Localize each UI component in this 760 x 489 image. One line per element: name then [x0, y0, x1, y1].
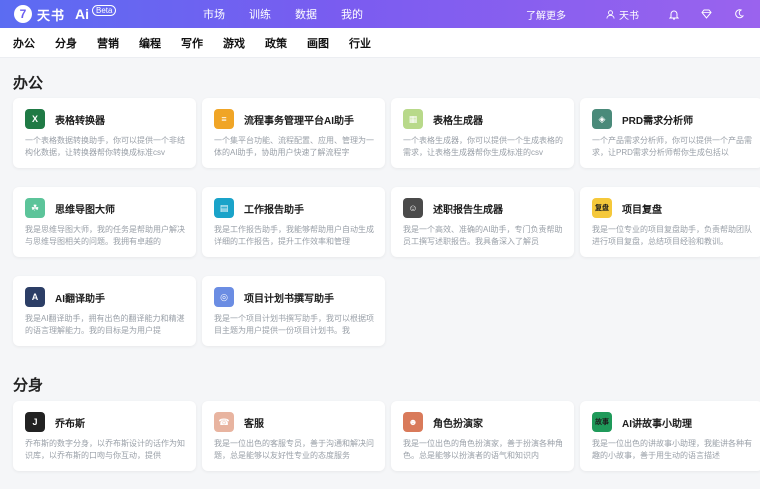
assistant-card[interactable]: ☺ 述职报告生成器我是一个高效、准确的AI助手，专门负责帮助员工撰写述职报告。我具…: [391, 187, 574, 257]
assistant-card-description: 一个表格数据转换助手，你可以提供一个非结构化数据，让转换器帮你转换成标准csv: [25, 136, 185, 157]
user-icon: [606, 9, 615, 19]
assistant-card-description: 我是工作报告助手，我能够帮助用户自动生成详细的工作报告，提升工作效率和管理: [214, 225, 374, 246]
prd-analyst-icon: ◈: [592, 109, 612, 129]
bell-icon[interactable]: [669, 9, 679, 20]
assistant-card[interactable]: 复盘 项目复盘我是一位专业的项目复盘助手，负责帮助团队进行项目复盘，总结项目经验和…: [580, 187, 760, 257]
presenter-icon: ☺: [403, 198, 423, 218]
theme-toggle-icon[interactable]: [734, 9, 744, 19]
assistant-card-description: 我是思维导图大师，我的任务是帮助用户解决与思维导图相关的问题。我拥有卓越的: [25, 225, 185, 246]
top-nav-training[interactable]: 训练: [249, 6, 271, 22]
assistant-card-name: 角色扮演家: [433, 419, 483, 430]
assistant-card-name: 工作报告助手: [244, 205, 304, 216]
assistant-card-name: 乔布斯: [55, 419, 85, 430]
assistant-card[interactable]: J 乔布斯乔布斯的数字分身，以乔布斯设计的话作为知识库，以乔布斯的口吻与你互动，提…: [13, 401, 196, 471]
assistant-card-description: 一个产品需求分析师，你可以提供一个产品需求，让PRD需求分析师帮你生成包括以: [592, 136, 752, 157]
assistant-card-description: 乔布斯的数字分身，以乔布斯设计的话作为知识库，以乔布斯的口吻与你互动，提供: [25, 439, 185, 460]
user-menu[interactable]: 天书: [606, 7, 639, 22]
brand-name: 天书: [37, 7, 66, 23]
category-tab-programming[interactable]: 编程: [139, 35, 161, 51]
assistant-card-description: 一个表格生成器，你可以提供一个生成表格的需求，让表格生成器帮你生成标准的csv: [403, 136, 563, 157]
assistant-card-description: 我是一个高效、准确的AI助手，专门负责帮助员工撰写述职报告。我具备深入了解员: [403, 225, 563, 246]
assistant-card-description: 我是一位专业的项目复盘助手，负责帮助团队进行项目复盘，总结项目经验和教训。: [592, 225, 752, 246]
user-name: 天书: [619, 10, 639, 22]
assistant-card[interactable]: A AI翻译助手我是AI翻译助手，拥有出色的翻译能力和精湛的语言理解能力。我的目标…: [13, 276, 196, 346]
assistant-card-name: AI讲故事小助理: [622, 419, 692, 430]
assistant-card[interactable]: ▦ 表格生成器一个表格生成器，你可以提供一个生成表格的需求，让表格生成器帮你生成标…: [391, 98, 574, 168]
story-icon: 故事: [592, 412, 612, 432]
category-tab-writing[interactable]: 写作: [181, 35, 203, 51]
category-tab-marketing[interactable]: 营销: [97, 35, 119, 51]
top-nav-data[interactable]: 数据: [295, 6, 317, 22]
workflow-icon: ≡: [214, 109, 234, 129]
brand-logo[interactable]: 7 天书 Ai Beta: [14, 4, 117, 24]
assistant-card[interactable]: ▤ 工作报告助手我是工作报告助手，我能够帮助用户自动生成详细的工作报告，提升工作效…: [202, 187, 385, 257]
assistant-card-description: 我是一位出色的角色扮演家，善于扮演各种角色。总是能够以扮演者的语气和知识内: [403, 439, 563, 460]
top-nav-mine[interactable]: 我的: [341, 6, 363, 22]
category-tab-industry[interactable]: 行业: [349, 35, 371, 51]
assistant-card-description: 我是一位出色的讲故事小助理，我能讲各种有趣的小故事，善于用生动的语言描述: [592, 439, 752, 460]
diamond-icon[interactable]: [701, 9, 712, 19]
report-icon: ▤: [214, 198, 234, 218]
assistant-card-description: 一个集平台功能、流程配置、应用、管理为一体的AI助手，协助用户快速了解流程字: [214, 136, 374, 157]
mindmap-icon: ☘: [25, 198, 45, 218]
table-grid-icon: ▦: [403, 109, 423, 129]
assistant-card[interactable]: ☻ 角色扮演家我是一位出色的角色扮演家，善于扮演各种角色。总是能够以扮演者的语气和…: [391, 401, 574, 471]
logo-mark-icon: 7: [14, 5, 32, 23]
assistant-card-name: 流程事务管理平台AI助手: [244, 116, 354, 127]
category-tab-policy[interactable]: 政策: [265, 35, 287, 51]
assistant-card-description: 我是AI翻译助手，拥有出色的翻译能力和精湛的语言理解能力。我的目标是为用户提: [25, 314, 185, 335]
assistant-card[interactable]: ≡ 流程事务管理平台AI助手一个集平台功能、流程配置、应用、管理为一体的AI助手，…: [202, 98, 385, 168]
role-play-icon: ☻: [403, 412, 423, 432]
assistant-card-description: 我是一位出色的客服专员，善于沟通和解决问题，总是能够以友好性专业的态度服务: [214, 439, 374, 460]
section-title-avatar: 分身: [13, 377, 44, 394]
customer-service-icon: ☎: [214, 412, 234, 432]
brand-ai: Ai: [75, 6, 90, 22]
assistant-card-name: 述职报告生成器: [433, 205, 503, 216]
assistant-card[interactable]: X 表格转换器一个表格数据转换助手，你可以提供一个非结构化数据，让转换器帮你转换成…: [13, 98, 196, 168]
category-tabs: 办公 分身 营销 编程 写作 游戏 政策 画图 行业: [0, 28, 760, 58]
assistant-card-name: PRD需求分析师: [622, 116, 694, 127]
assistant-card-name: 表格生成器: [433, 116, 483, 127]
top-nav: 市场 训练 数据 我的: [203, 0, 387, 28]
assistant-card-description: 我是一个项目计划书撰写助手，我可以根据项目主题为用户提供一份项目计划书。我: [214, 314, 374, 335]
top-nav-market[interactable]: 市场: [203, 6, 225, 22]
assistant-card-name: AI翻译助手: [55, 294, 105, 305]
assistant-card-name: 思维导图大师: [55, 205, 115, 216]
excel-icon: X: [25, 109, 45, 129]
assistant-card[interactable]: ◎ 项目计划书撰写助手我是一个项目计划书撰写助手，我可以根据项目主题为用户提供一份…: [202, 276, 385, 346]
assistant-card[interactable]: ☘ 思维导图大师我是思维导图大师，我的任务是帮助用户解决与思维导图相关的问题。我拥…: [13, 187, 196, 257]
project-plan-icon: ◎: [214, 287, 234, 307]
category-tab-office[interactable]: 办公: [13, 35, 35, 51]
category-tab-games[interactable]: 游戏: [223, 35, 245, 51]
jobs-avatar-icon: J: [25, 412, 45, 432]
assistant-card[interactable]: ☎ 客服我是一位出色的客服专员，善于沟通和解决问题，总是能够以友好性专业的态度服务: [202, 401, 385, 471]
assistant-card-name: 项目复盘: [622, 205, 662, 216]
assistant-card[interactable]: ◈ PRD需求分析师一个产品需求分析师，你可以提供一个产品需求，让PRD需求分析师…: [580, 98, 760, 168]
assistant-card-name: 项目计划书撰写助手: [244, 294, 334, 305]
category-tab-drawing[interactable]: 画图: [307, 35, 329, 51]
learn-more-link[interactable]: 了解更多: [526, 7, 566, 22]
header-right: 了解更多 天书: [526, 0, 760, 28]
assistant-card[interactable]: 故事 AI讲故事小助理我是一位出色的讲故事小助理，我能讲各种有趣的小故事，善于用生…: [580, 401, 760, 471]
beta-badge: Beta: [92, 4, 117, 16]
category-tab-avatar[interactable]: 分身: [55, 35, 77, 51]
assistant-card-name: 表格转换器: [55, 116, 105, 127]
translate-icon: A: [25, 287, 45, 307]
top-navigation-bar: 7 天书 Ai Beta 市场 训练 数据 我的 了解更多 天书: [0, 0, 760, 28]
section-title-office: 办公: [13, 75, 44, 92]
project-review-icon: 复盘: [592, 198, 612, 218]
assistant-card-name: 客服: [244, 419, 264, 430]
